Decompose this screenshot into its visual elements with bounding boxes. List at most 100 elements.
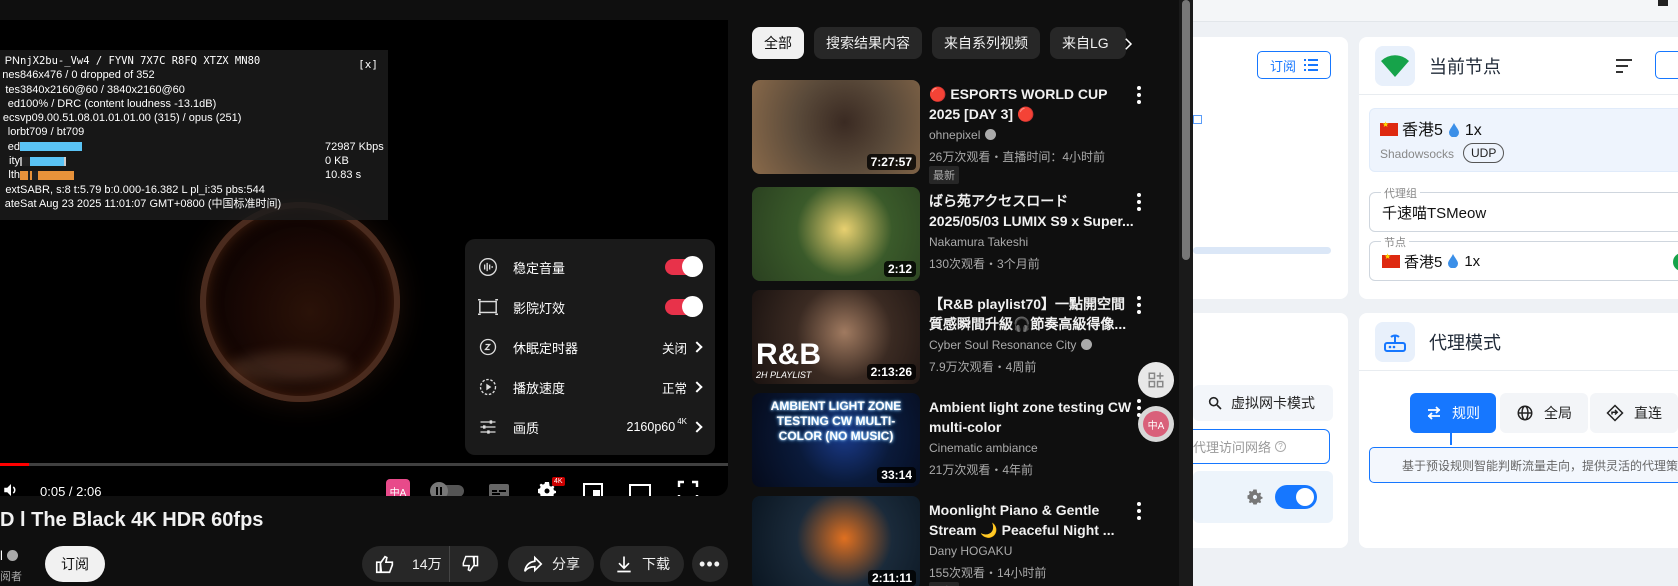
more-vertical-icon[interactable] bbox=[1137, 296, 1143, 314]
like-button[interactable]: 14万 bbox=[362, 546, 450, 582]
channel-name[interactable]: Dany HOGAKU bbox=[929, 544, 1012, 558]
router-icon bbox=[1375, 321, 1415, 362]
video-thumbnail[interactable]: R&B 2H PLAYLIST 2:13:26 bbox=[752, 290, 920, 384]
channel-name[interactable]: ohnepixel bbox=[929, 128, 997, 142]
settings-item[interactable]: 画质 2160p60 4K bbox=[465, 407, 715, 447]
mode-direct-button[interactable]: 直连 bbox=[1590, 393, 1678, 433]
stats-label: ext bbox=[5, 183, 20, 196]
autoplay-toggle[interactable] bbox=[430, 479, 466, 496]
subtitles-icon[interactable] bbox=[486, 479, 512, 496]
video-title-link[interactable]: ばら苑アクセスロード 2025/05/03 LUMIX S9 x Super..… bbox=[929, 191, 1134, 231]
time-display: 0:05 / 2:06 bbox=[40, 484, 102, 496]
channel-name-text: Cinematic ambiance bbox=[929, 441, 1038, 455]
stats-row: ecs vp09.00.51.08.01.01.01.00 (315) / opu… bbox=[0, 111, 388, 125]
active-node-box[interactable]: 香港5 1x Shadowsocks UDP bbox=[1369, 108, 1678, 172]
settings-item[interactable]: 休眠定时器 关闭 bbox=[465, 327, 715, 367]
video-player[interactable]: [x] PN njX2bu-_Vw4 / FYVN 7X7C R8FQ XTZX … bbox=[0, 20, 728, 496]
current-node-header: 当前节点 bbox=[1359, 37, 1678, 95]
download-button[interactable]: 下载 bbox=[600, 546, 684, 582]
mode-rule-button[interactable]: 规则 bbox=[1410, 393, 1496, 433]
fullscreen-icon[interactable] bbox=[675, 479, 701, 496]
stable-volume-icon bbox=[477, 256, 499, 278]
node-select[interactable]: 香港5 1x bbox=[1369, 241, 1678, 281]
settings-item-label: 播放速度 bbox=[513, 380, 566, 396]
floating-translate-button[interactable]: 中A bbox=[1138, 406, 1174, 442]
like-count: 14万 bbox=[412, 556, 442, 572]
settings-item[interactable]: 影院灯效 bbox=[465, 287, 715, 327]
channel-name[interactable]: Cinematic ambiance bbox=[929, 441, 1038, 455]
channel-name[interactable]: l bbox=[0, 548, 18, 563]
recommendation-item[interactable]: 2:12 ばら苑アクセスロード 2025/05/03 LUMIX S9 x Sup… bbox=[752, 187, 1172, 283]
share-button[interactable]: 分享 bbox=[508, 546, 594, 582]
filter-chip[interactable]: 来自LG bbox=[1050, 27, 1126, 59]
floating-tools-button[interactable] bbox=[1138, 362, 1174, 398]
like-dislike-group: 14万 bbox=[362, 546, 498, 582]
channel-name[interactable]: Nakamura Takeshi bbox=[929, 235, 1028, 249]
mode-direct-label: 直连 bbox=[1634, 405, 1662, 421]
filter-chip[interactable]: 全部 bbox=[752, 27, 804, 59]
video-title-link[interactable]: Ambient light zone testing CW multi-colo… bbox=[929, 397, 1134, 437]
miniplayer-icon[interactable] bbox=[580, 479, 606, 496]
node-action-button[interactable] bbox=[1655, 51, 1678, 79]
stats-graph-value: 0 KB bbox=[325, 155, 349, 168]
proxy-access-option[interactable]: 代理访问网络 ? bbox=[1193, 429, 1330, 464]
stats-row: ed 72987 Kbps bbox=[0, 140, 388, 154]
external-link-icon[interactable] bbox=[1193, 115, 1202, 124]
settings-item[interactable]: 稳定音量 bbox=[465, 247, 715, 287]
more-vertical-icon[interactable] bbox=[1137, 193, 1143, 211]
proxy-access-label: 代理访问网络 bbox=[1193, 440, 1272, 455]
search-icon bbox=[1208, 396, 1222, 410]
quality-badge: 4K bbox=[552, 477, 565, 486]
tun-mode-button[interactable]: 虚拟网卡模式 bbox=[1193, 385, 1333, 421]
mode-global-button[interactable]: 全局 bbox=[1500, 393, 1588, 433]
video-thumbnail[interactable]: 7:27:57 bbox=[752, 80, 920, 174]
channel-name-text: ohnepixel bbox=[929, 128, 981, 142]
more-vertical-icon[interactable] bbox=[1137, 86, 1143, 104]
recommendation-item[interactable]: R&B 2H PLAYLIST 2:13:26 【R&B playlist70】一點開… bbox=[752, 290, 1172, 386]
channel-name-text: Cyber Soul Resonance City bbox=[929, 338, 1077, 352]
more-vertical-icon[interactable] bbox=[1137, 502, 1143, 520]
recommendation-item[interactable]: 2:11:11 Moonlight Piano & Gentle Stream 🌙… bbox=[752, 496, 1172, 586]
stats-value: njX2bu-_Vw4 / FYVN 7X7C R8FQ XTZX MN80 bbox=[20, 55, 261, 67]
video-thumbnail[interactable]: AMBIENT LIGHT ZONE TESTING CW MULTI-COLO… bbox=[752, 393, 920, 487]
filter-chip[interactable]: 搜索结果内容 bbox=[814, 27, 922, 59]
page-scrollbar[interactable] bbox=[1179, 0, 1193, 586]
recommendation-item[interactable]: 7:27:57 🔴 ESPORTS WORLD CUP 2025 [DAY 3] … bbox=[752, 80, 1172, 184]
video-title-link[interactable]: Moonlight Piano & Gentle Stream 🌙 Peacef… bbox=[929, 500, 1134, 540]
proxy-group-value: 千速喵TSMeow bbox=[1382, 204, 1487, 222]
settings-toggle[interactable] bbox=[665, 296, 703, 317]
subscribe-button[interactable]: 订阅 bbox=[45, 546, 105, 582]
settings-toggle[interactable] bbox=[665, 256, 703, 277]
scrollbar-thumb[interactable] bbox=[1182, 0, 1190, 260]
channel-name-text: Dany HOGAKU bbox=[929, 544, 1013, 558]
progress-bar[interactable] bbox=[0, 463, 728, 466]
download-label: 下载 bbox=[642, 556, 670, 572]
chevron-right-icon bbox=[691, 421, 703, 433]
chevron-right-icon[interactable] bbox=[1119, 35, 1137, 53]
translate-icon[interactable]: 中A bbox=[385, 479, 411, 496]
sort-icon[interactable] bbox=[1616, 59, 1632, 73]
video-title-link[interactable]: 【R&B playlist70】一點開空間質感瞬間升級🎧節奏高級得像... bbox=[929, 294, 1134, 334]
volume-icon[interactable] bbox=[2, 481, 20, 496]
video-thumbnail[interactable]: 2:12 bbox=[752, 187, 920, 281]
more-horizontal-icon: ••• bbox=[699, 553, 721, 574]
subscription-button[interactable]: 订阅 bbox=[1257, 51, 1331, 79]
dislike-button[interactable] bbox=[450, 546, 498, 582]
filter-chip[interactable]: 来自系列视频 bbox=[932, 27, 1040, 59]
recommendation-item[interactable]: AMBIENT LIGHT ZONE TESTING CW MULTI-COLO… bbox=[752, 393, 1172, 489]
stats-row: PN njX2bu-_Vw4 / FYVN 7X7C R8FQ XTZX MN80 bbox=[0, 54, 388, 68]
video-title-link[interactable]: 🔴 ESPORTS WORLD CUP 2025 [DAY 3] 🔴 bbox=[929, 84, 1134, 124]
system-proxy-toggle[interactable] bbox=[1275, 485, 1317, 509]
video-duration: 7:27:57 bbox=[866, 154, 916, 170]
gear-icon[interactable] bbox=[1245, 487, 1265, 507]
more-actions-button[interactable]: ••• bbox=[692, 546, 728, 582]
video-thumbnail[interactable]: 2:11:11 bbox=[752, 496, 920, 586]
channel-name[interactable]: Cyber Soul Resonance City bbox=[929, 338, 1093, 352]
top-strip bbox=[1193, 0, 1678, 22]
stats-row: ate Sat Aug 23 2025 11:01:07 GMT+0800 (中国… bbox=[0, 197, 388, 211]
subscription-label: 订阅 bbox=[1269, 58, 1296, 74]
settings-item[interactable]: 播放速度 正常 bbox=[465, 367, 715, 407]
window-control-icon[interactable] bbox=[1658, 0, 1668, 6]
proxy-mode-card: 代理模式 规则 全局 直连 基于预设规则智能判断流量走向，提供灵活的代理策 bbox=[1359, 313, 1678, 548]
theater-mode-icon[interactable] bbox=[627, 479, 653, 496]
